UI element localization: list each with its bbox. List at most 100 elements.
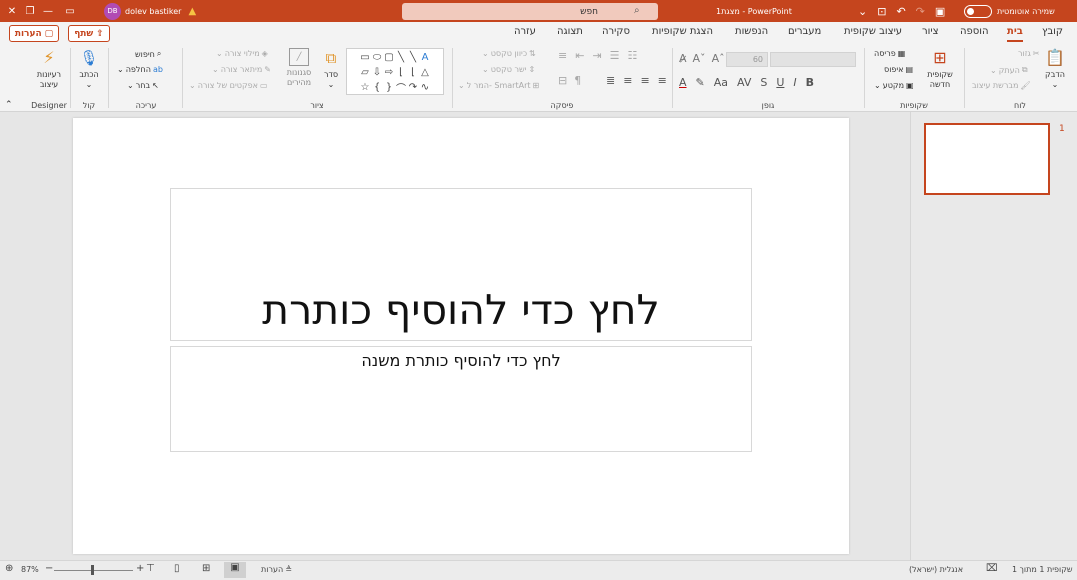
dictate-button[interactable]: 🎙 הכתב ⌄ — [74, 48, 104, 90]
accessibility-icon[interactable]: ⌧ — [986, 563, 998, 574]
tab-review[interactable]: סקירה — [602, 26, 630, 37]
slide-thumbnail[interactable] — [924, 123, 1050, 195]
rounded-rect-shape-icon[interactable]: ▢ — [383, 50, 395, 65]
slide-sorter-icon[interactable]: ⊞ — [202, 563, 210, 574]
redo-icon[interactable]: ↷ — [916, 5, 925, 18]
tab-view[interactable]: תצוגה — [557, 26, 583, 37]
oval-shape-icon[interactable]: ⬭ — [371, 50, 383, 65]
reset-button[interactable]: איפוס ▤ — [884, 65, 913, 74]
curve-shape-icon[interactable]: ⌒ — [395, 80, 407, 95]
bullets-icon[interactable]: ☷ — [628, 49, 638, 62]
font-size-buttons[interactable]: A̷ Aˇ Aˆ — [679, 52, 725, 65]
select-button[interactable]: ⌄ בחר ↖ — [127, 81, 159, 90]
layout-button[interactable]: פריסה ▦ — [874, 49, 905, 58]
curve-shape-icon[interactable]: ↷ — [407, 80, 419, 95]
align-right-icon[interactable]: ≡ — [658, 74, 667, 87]
replace-button[interactable]: ⌄ החלפה ab — [117, 65, 163, 74]
new-slide-button[interactable]: ⊞ שקופית חדשה — [922, 48, 958, 90]
paste-button[interactable]: 📋 הדבק ⌄ — [1040, 48, 1070, 90]
reading-view-icon[interactable]: ▯ — [174, 563, 180, 574]
bold-icon[interactable]: B — [806, 76, 814, 89]
notes-button[interactable]: הערות ≜ — [261, 565, 292, 574]
comments-button[interactable]: הערות ▢ — [9, 25, 59, 42]
present-icon[interactable]: ⊡ — [877, 5, 886, 18]
tab-help[interactable]: עזרה — [514, 26, 536, 37]
increase-indent-icon[interactable]: ⇥ — [592, 49, 601, 62]
close-icon[interactable]: ✕ — [3, 0, 21, 22]
tab-animations[interactable]: הנפשות — [735, 26, 768, 37]
arrow-down-shape-icon[interactable]: ⇩ — [371, 65, 383, 80]
justify-icon[interactable]: ≣ — [606, 74, 615, 87]
align-center-icon[interactable]: ≡ — [640, 74, 649, 87]
dropdown-icon[interactable]: ⌄ — [858, 5, 867, 18]
text-direction-button[interactable]: ⌄ כיוון טקסט ⇅ — [482, 49, 536, 58]
font-size-combo[interactable]: 60 — [726, 52, 768, 67]
shrink-font-icon[interactable]: Aˇ — [693, 52, 706, 65]
italic-icon[interactable]: I — [793, 76, 796, 89]
zoom-out-icon[interactable]: − — [45, 563, 53, 574]
brace-shape-icon[interactable]: } — [383, 80, 395, 95]
avatar[interactable]: DB — [104, 2, 121, 20]
line-spacing-icon[interactable]: ≡ — [558, 49, 567, 62]
connector-shape-icon[interactable]: ⌊ — [395, 65, 407, 80]
shape-effects-button[interactable]: ⌄ אפקטים של צורה ▭ — [189, 81, 268, 90]
share-button[interactable]: שתף ⇪ — [68, 25, 110, 42]
align-left-icon[interactable]: ≡ — [623, 74, 632, 87]
tab-insert[interactable]: הוספה — [960, 26, 989, 37]
slide-canvas[interactable]: לחץ כדי להוסיף כותרת לחץ כדי להוסיף כותר… — [73, 118, 849, 554]
shape-icon[interactable]: ▱ — [359, 65, 371, 80]
ribbon-display-icon[interactable]: ▭ — [61, 0, 79, 22]
grow-font-icon[interactable]: Aˆ — [712, 52, 725, 65]
triangle-shape-icon[interactable]: △ — [419, 65, 431, 80]
columns-icon[interactable]: ⊟ — [558, 74, 567, 87]
textbox-shape-icon[interactable]: A — [419, 50, 431, 65]
brace-shape-icon[interactable]: { — [371, 80, 383, 95]
normal-view-icon[interactable]: ▣ — [224, 562, 246, 578]
highlight-icon[interactable]: ✎ — [696, 76, 705, 89]
zoom-in-icon[interactable]: + — [136, 563, 144, 574]
zoom-level[interactable]: 87% — [21, 565, 39, 574]
presenter-view-icon[interactable]: ⊤ — [146, 563, 155, 574]
fit-to-window-icon[interactable]: ⊕ — [5, 563, 13, 574]
design-ideas-button[interactable]: ⚡ רעיונות עיצוב — [30, 48, 68, 90]
clear-format-icon[interactable]: A̷ — [679, 52, 687, 65]
indent-buttons[interactable]: ≡ ⇤ ⇥ ☰ ☷ — [558, 49, 637, 62]
align-text-button[interactable]: ⌄ ישר טקסט ⇕ — [482, 65, 535, 74]
quick-styles-button[interactable]: ╱ סגנונות מהירים — [282, 48, 316, 88]
font-name-combo[interactable] — [770, 52, 856, 67]
shape-outline-button[interactable]: ⌄ מיתאר צורה ✎ — [212, 65, 271, 74]
save-icon[interactable]: ▣ — [935, 5, 945, 18]
shape-fill-button[interactable]: ⌄ מילוי צורה ◈ — [216, 49, 268, 58]
rectangle-shape-icon[interactable]: ▭ — [359, 50, 371, 65]
rtl-icon[interactable]: ¶ — [574, 74, 581, 87]
minimize-icon[interactable]: — — [39, 0, 57, 22]
search-box[interactable]: חפש ⌕ — [402, 3, 658, 20]
shapes-gallery[interactable]: ▭ ⬭ ▢ ╲ ╲ A ▱ ⇩ ⇨ ⌊ ⌊ △ ☆{} ⌒ ↷ ∿ — [346, 48, 444, 95]
section-button[interactable]: ⌄ מקטע ▣ — [874, 81, 914, 90]
arrange-button[interactable]: ⧉ סדר ⌄ — [318, 48, 344, 90]
tab-transitions[interactable]: מעברים — [788, 26, 821, 37]
autosave-toggle[interactable] — [964, 4, 992, 18]
star-shape-icon[interactable]: ☆ — [359, 80, 371, 95]
underline-icon[interactable]: U — [776, 76, 784, 89]
alignment-buttons[interactable]: ≣ ≡ ≡ ≡ — [606, 74, 667, 87]
copy-button[interactable]: ⌄ העתק ⧉ — [990, 65, 1028, 75]
format-painter-button[interactable]: מברשת עיצוב 🖌 — [972, 81, 1031, 90]
cut-button[interactable]: גזור ✂ — [1018, 49, 1039, 58]
strike-icon[interactable]: S — [760, 76, 767, 89]
tab-draw[interactable]: ציור — [922, 26, 939, 37]
connector-shape-icon[interactable]: ⌊ — [407, 65, 419, 80]
tab-design[interactable]: עיצוב שקופית — [844, 26, 902, 37]
user-name[interactable]: dolev bastiker — [125, 7, 181, 16]
format-buttons[interactable]: A ✎ Aa AV S U I B — [679, 76, 814, 89]
collapse-ribbon-icon[interactable]: ⌃ — [5, 100, 13, 110]
tab-slideshow[interactable]: הצגת שקופיות — [652, 26, 713, 37]
freeform-shape-icon[interactable]: ∿ — [419, 80, 431, 95]
direction-buttons[interactable]: ⊟ ¶ — [558, 74, 581, 87]
tab-home[interactable]: בית — [1007, 26, 1023, 42]
font-color-icon[interactable]: A — [679, 76, 687, 89]
decrease-indent-icon[interactable]: ⇤ — [575, 49, 584, 62]
find-button[interactable]: חיפוש ⌕ — [135, 49, 161, 59]
smartart-button[interactable]: ⌄ המר ל- SmartArt ⊞ — [458, 81, 539, 90]
warning-icon[interactable]: ▲ — [188, 6, 196, 17]
